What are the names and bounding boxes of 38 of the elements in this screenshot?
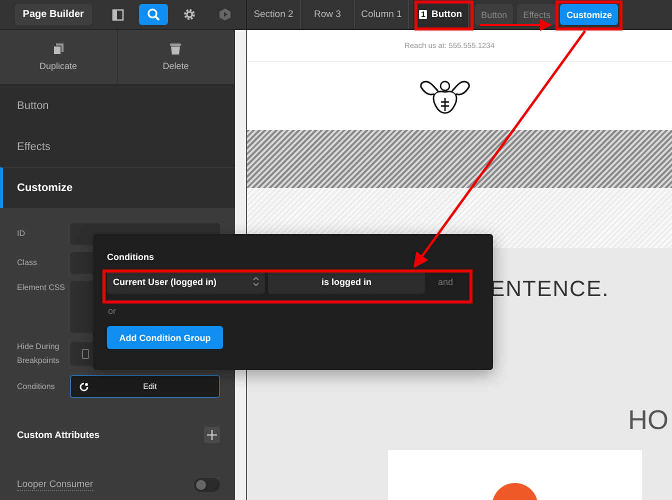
conditions-icon <box>79 382 89 392</box>
field-label: Hide During Breakpoints <box>17 341 60 367</box>
search-icon <box>147 8 160 21</box>
looper-consumer-label: Looper Consumer <box>17 479 94 491</box>
section-heading: Custom Attributes <box>17 430 100 440</box>
highlight-frame <box>556 0 622 30</box>
index-badge: 1 <box>419 10 428 19</box>
phone-icon <box>82 349 89 359</box>
toolbar-button[interactable] <box>139 4 168 25</box>
joiner-text[interactable]: and <box>438 276 454 286</box>
trash-icon <box>170 43 182 55</box>
page-builder-button[interactable]: Page Builder <box>15 4 92 25</box>
hexagon-icon <box>218 8 231 21</box>
chevron-updown-icon <box>253 277 259 286</box>
add-condition-group-button[interactable]: Add Condition Group <box>107 326 223 349</box>
field-label: Element CSS <box>17 282 66 294</box>
add-button[interactable] <box>204 427 220 443</box>
sidebar-item[interactable]: Customize <box>0 167 235 208</box>
breadcrumb[interactable]: Row 3 <box>301 0 355 29</box>
popup-title: Conditions <box>107 252 155 262</box>
or-text: or <box>108 306 118 316</box>
heading-text: HO <box>628 405 670 436</box>
breadcrumb-label: Button <box>431 9 462 20</box>
settings-icon <box>182 8 196 21</box>
field-label: Class <box>17 257 38 269</box>
breadcrumb[interactable]: Column 1 <box>355 0 409 29</box>
mode-tab[interactable]: Customize <box>560 4 618 25</box>
field-label: ID <box>17 228 26 240</box>
strongman-logo-drawing <box>418 78 472 114</box>
panel-icon <box>112 8 124 20</box>
breadcrumb[interactable]: Section 2 <box>247 0 301 29</box>
field-label: Conditions <box>17 380 56 392</box>
toggle-switch[interactable] <box>194 478 220 492</box>
plus-icon <box>207 430 217 440</box>
edit-conditions-button[interactable]: Edit <box>70 375 220 398</box>
copy-icon <box>52 43 64 55</box>
highlight-frame <box>414 0 474 30</box>
heading-text: ENTENCE. <box>490 276 610 302</box>
